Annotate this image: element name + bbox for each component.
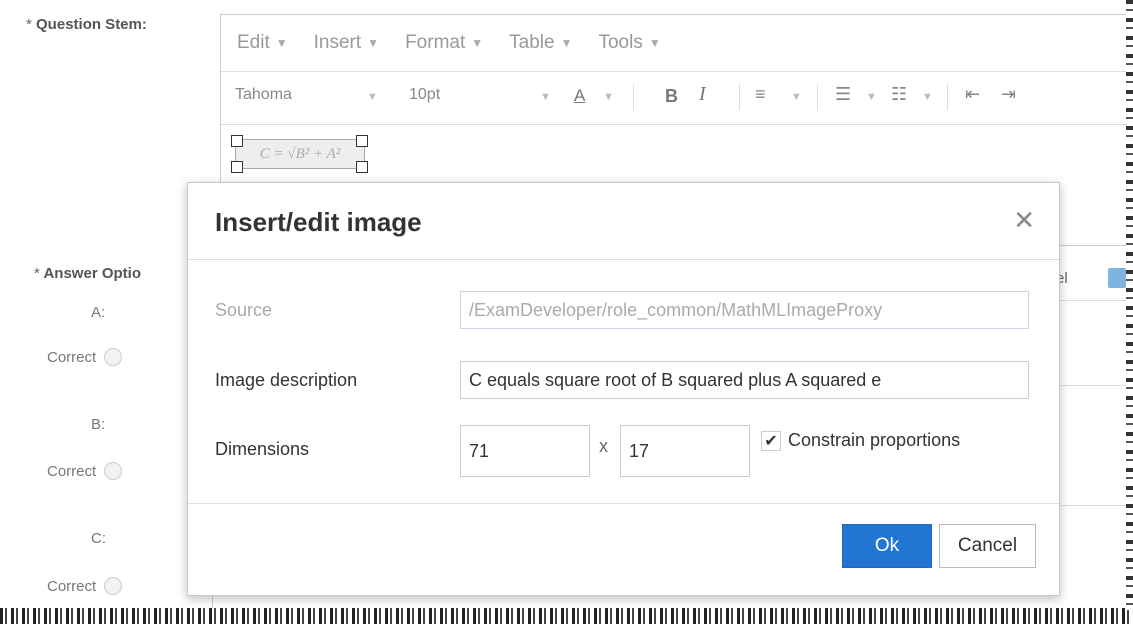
menu-format-label: Format xyxy=(405,32,466,53)
chevron-down-icon: ▼ xyxy=(922,91,933,103)
dimensions-label: Dimensions xyxy=(215,439,310,459)
resize-handle[interactable] xyxy=(356,135,368,147)
image-description-input[interactable]: C equals square root of B squared plus A… xyxy=(460,361,1029,399)
menu-table[interactable]: Table ▼ xyxy=(509,32,572,54)
outdent-icon[interactable]: ⇤ xyxy=(965,84,980,105)
menu-format[interactable]: Format ▼ xyxy=(405,32,483,54)
source-input[interactable]: /ExamDeveloper/role_common/MathMLImagePr… xyxy=(460,291,1029,329)
font-size-select[interactable]: 10pt xyxy=(409,86,440,104)
correct-radio[interactable] xyxy=(104,348,123,366)
image-icon[interactable] xyxy=(1108,268,1126,288)
dialog-title: Insert/edit image xyxy=(215,207,422,237)
ok-button[interactable]: Ok xyxy=(842,524,932,568)
editor-menubar: Edit ▼ Insert ▼ Format ▼ Table ▼ Tools ▼ xyxy=(221,15,1133,72)
toolbar-divider xyxy=(739,84,740,110)
formula-image[interactable]: C = √B² + A² xyxy=(235,139,365,169)
correct-radio[interactable] xyxy=(104,462,123,480)
image-description-label: Image description xyxy=(215,370,358,390)
close-icon[interactable]: ✕ xyxy=(1013,205,1035,236)
correct-label: Correct xyxy=(47,462,97,480)
chevron-down-icon: ▼ xyxy=(560,35,573,50)
dialog-footer: Ok Cancel xyxy=(188,503,1059,596)
toolbar-divider xyxy=(947,84,948,110)
font-family-select[interactable]: Tahoma xyxy=(235,86,292,104)
menu-tools-label: Tools xyxy=(598,32,643,53)
source-label: Source xyxy=(215,300,273,320)
dialog-header: Insert/edit image ✕ xyxy=(188,183,1059,260)
chevron-down-icon: ▼ xyxy=(791,91,802,103)
numbered-list-icon[interactable]: ☷ xyxy=(891,84,907,105)
correct-label: Correct xyxy=(47,577,97,595)
toolbar-divider xyxy=(633,84,634,110)
correct-label: Correct xyxy=(47,348,97,366)
question-stem-label-text: Question Stem: xyxy=(36,16,147,33)
torn-edge-bottom xyxy=(0,608,1133,624)
insert-image-dialog: Insert/edit image ✕ Source /ExamDevelope… xyxy=(187,182,1060,596)
row-divider xyxy=(1056,385,1133,386)
option-a-letter: A: xyxy=(91,304,106,321)
toolbar-divider xyxy=(817,84,818,110)
menu-tools[interactable]: Tools ▼ xyxy=(598,32,660,54)
option-c-letter: C: xyxy=(91,530,106,547)
align-left-icon[interactable]: ≡ xyxy=(755,84,766,105)
chevron-down-icon: ▼ xyxy=(471,35,484,50)
checkmark-icon: ✔ xyxy=(764,432,778,450)
font-color-button[interactable]: A xyxy=(574,86,585,106)
chevron-down-icon: ▼ xyxy=(275,35,288,50)
menu-edit[interactable]: Edit ▼ xyxy=(237,32,288,54)
resize-handle[interactable] xyxy=(356,161,368,173)
option-c-correct: Correct xyxy=(47,577,123,595)
indent-icon[interactable]: ⇥ xyxy=(1001,84,1016,105)
editor-toolbar: Tahoma ▼ 10pt ▼ A ▼ B I ≡ ▼ ☰ ▼ ☷ ▼ ⇤ ⇥ xyxy=(221,72,1133,125)
constrain-checkbox[interactable]: ✔ xyxy=(761,430,781,451)
resize-handle[interactable] xyxy=(231,135,243,147)
option-b-letter: B: xyxy=(91,416,106,433)
option-b-correct: Correct xyxy=(47,462,123,480)
bullet-list-icon[interactable]: ☰ xyxy=(835,84,851,105)
menu-insert-label: Insert xyxy=(313,32,362,53)
correct-radio[interactable] xyxy=(104,577,123,595)
width-input[interactable]: 71 xyxy=(460,425,590,477)
torn-edge-right xyxy=(1126,0,1133,610)
height-input[interactable]: 17 xyxy=(620,425,750,477)
chevron-down-icon: ▼ xyxy=(603,91,614,103)
row-divider xyxy=(1056,300,1133,301)
row-divider xyxy=(1056,505,1133,506)
dimension-separator: x xyxy=(599,436,608,456)
menu-edit-label: Edit xyxy=(237,32,270,53)
menu-table-label: Table xyxy=(509,32,555,53)
constrain-label: Constrain proportions xyxy=(788,430,961,450)
cancel-button[interactable]: Cancel xyxy=(939,524,1036,568)
answer-options-label-text: Answer Optio xyxy=(43,265,141,282)
chevron-down-icon: ▼ xyxy=(866,91,877,103)
chevron-down-icon: ▼ xyxy=(367,35,380,50)
option-a-correct: Correct xyxy=(47,348,123,366)
chevron-down-icon: ▼ xyxy=(367,91,378,103)
required-mark: * xyxy=(34,265,40,282)
answer-options-label: * Answer Optio xyxy=(34,265,141,282)
bold-button[interactable]: B xyxy=(665,86,678,107)
question-stem-label: * Question Stem: xyxy=(26,16,147,33)
menu-insert[interactable]: Insert ▼ xyxy=(314,32,379,54)
constrain-proportions[interactable]: ✔ Constrain proportions xyxy=(761,430,960,451)
chevron-down-icon: ▼ xyxy=(540,91,551,103)
chevron-down-icon: ▼ xyxy=(648,35,661,50)
italic-button[interactable]: I xyxy=(699,83,706,106)
required-mark: * xyxy=(26,16,32,33)
resize-handle[interactable] xyxy=(231,161,243,173)
